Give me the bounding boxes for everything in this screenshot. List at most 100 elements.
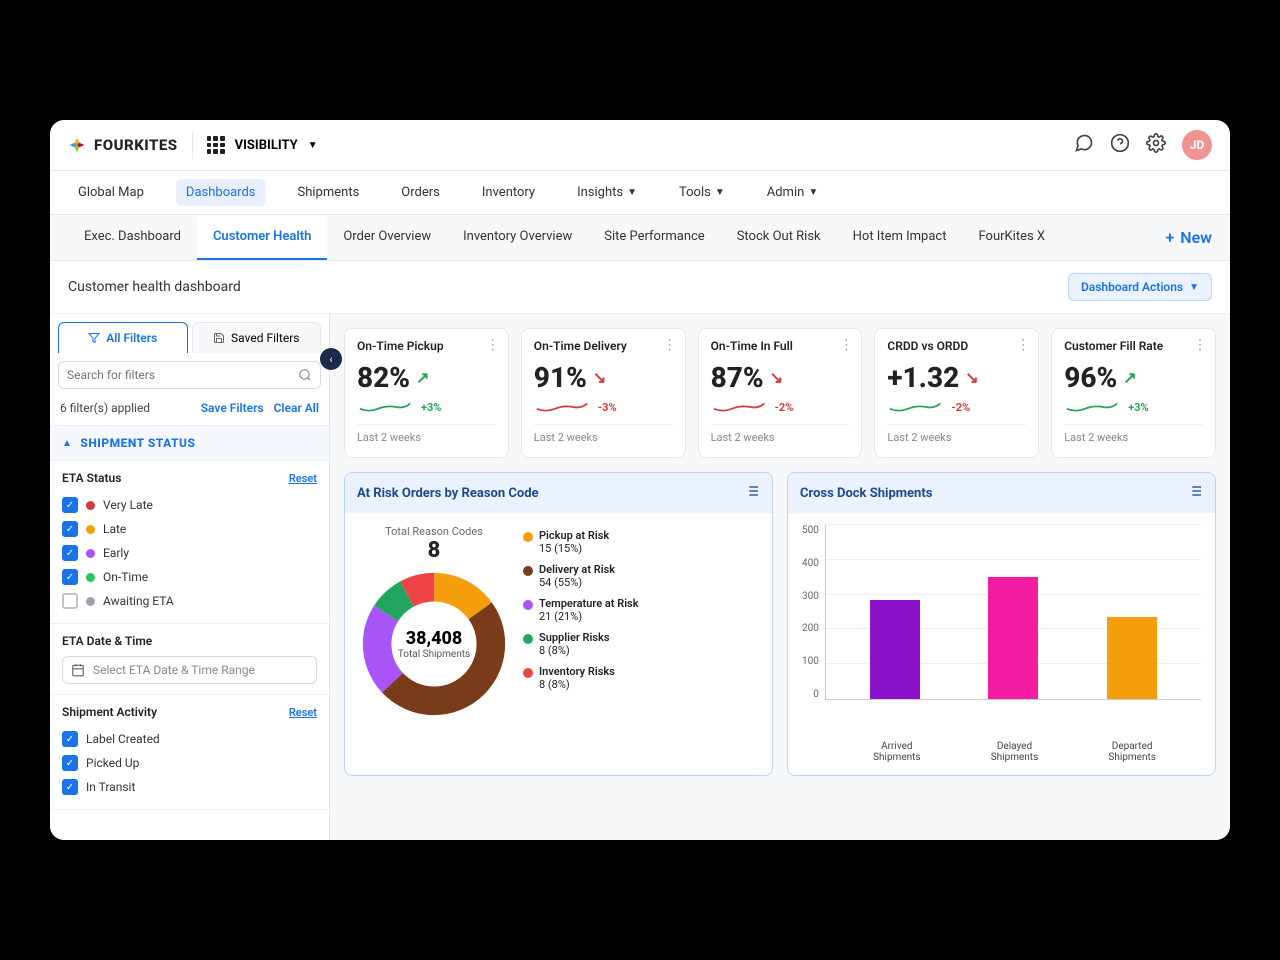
legend-label: Pickup at Risk xyxy=(539,529,609,542)
panel-row: At Risk Orders by Reason Code Total Reas… xyxy=(344,472,1216,776)
kpi-value: 87% ↘ xyxy=(711,361,850,394)
more-icon[interactable]: ⋮ xyxy=(486,337,500,353)
y-tick: 400 xyxy=(802,558,819,569)
trend-arrow-icon: ↗ xyxy=(1123,368,1136,387)
gridline xyxy=(826,559,1201,560)
kpi-delta: -2% xyxy=(775,401,794,414)
more-icon[interactable]: ⋮ xyxy=(839,337,853,353)
panel-cross-dock: Cross Dock Shipments 5004003002001000 Ar… xyxy=(787,472,1216,776)
kpi-title: On-Time In Full xyxy=(711,339,850,353)
checkbox[interactable]: ✓ xyxy=(62,545,78,561)
eta-date-range-input[interactable]: Select ETA Date & Time Range xyxy=(62,656,317,684)
plus-icon: + xyxy=(1165,228,1174,247)
subtab-order-overview[interactable]: Order Overview xyxy=(327,215,447,260)
filter-label: Late xyxy=(103,522,126,536)
filter-label: Label Created xyxy=(86,732,160,746)
nav-item-global-map[interactable]: Global Map xyxy=(68,179,154,206)
subtab-fourkites-x[interactable]: FourKites X xyxy=(962,215,1061,260)
filter-icon xyxy=(88,332,100,344)
kpi-title: On-Time Delivery xyxy=(534,339,673,353)
list-icon[interactable] xyxy=(744,483,760,503)
checkbox[interactable]: ✓ xyxy=(62,755,78,771)
trend-arrow-icon: ↘ xyxy=(770,368,783,387)
filter-eta-date: ETA Date & Time Select ETA Date & Time R… xyxy=(50,624,329,695)
reset-eta-status[interactable]: Reset xyxy=(289,472,317,485)
more-icon[interactable]: ⋮ xyxy=(1016,337,1030,353)
checkbox[interactable]: ✓ xyxy=(62,497,78,513)
nav-item-orders[interactable]: Orders xyxy=(391,179,450,206)
legend-item: Temperature at Risk21 (21%) xyxy=(523,597,639,623)
kpi-value: 82% ↗ xyxy=(357,361,496,394)
chevron-left-icon: ‹ xyxy=(329,353,332,366)
filter-item: ✓ Label Created xyxy=(62,727,317,751)
filters-meta: 6 filter(s) applied Save Filters Clear A… xyxy=(50,397,329,426)
subtab-inventory-overview[interactable]: Inventory Overview xyxy=(447,215,588,260)
more-icon[interactable]: ⋮ xyxy=(663,337,677,353)
panel-at-risk-orders: At Risk Orders by Reason Code Total Reas… xyxy=(344,472,773,776)
page-title: Customer health dashboard xyxy=(68,279,241,295)
trend-arrow-icon: ↘ xyxy=(593,368,606,387)
checkbox[interactable]: ✓ xyxy=(62,779,78,795)
nav-item-tools[interactable]: Tools▼ xyxy=(669,179,735,206)
sidebar-collapse-handle[interactable]: ‹ xyxy=(320,348,342,370)
bar[interactable] xyxy=(870,600,920,699)
y-tick: 300 xyxy=(802,591,819,602)
subtab-site-performance[interactable]: Site Performance xyxy=(588,215,720,260)
help-icon[interactable] xyxy=(1110,133,1130,157)
kpi-card: CRDD vs ORDD⋮+1.32 ↘-2%Last 2 weeks xyxy=(874,328,1039,458)
bar[interactable] xyxy=(988,577,1038,699)
legend-label: Delivery at Risk xyxy=(539,563,615,576)
nav-item-admin[interactable]: Admin▼ xyxy=(757,179,828,206)
checkbox[interactable]: ✓ xyxy=(62,521,78,537)
kpi-period: Last 2 weeks xyxy=(1064,424,1203,444)
new-tab-button[interactable]: +New xyxy=(1165,228,1212,247)
kpi-title: CRDD vs ORDD xyxy=(887,339,1026,353)
chevron-down-icon: ▼ xyxy=(715,187,725,198)
subtab-exec-dashboard[interactable]: Exec. Dashboard xyxy=(68,215,197,260)
brand-logo[interactable]: FOURKITES xyxy=(68,136,178,154)
tab-all-filters[interactable]: All Filters xyxy=(58,322,188,353)
save-filters-link[interactable]: Save Filters xyxy=(201,401,264,415)
checkbox[interactable]: ✓ xyxy=(62,731,78,747)
app-switcher[interactable]: VISIBILITY ▼ xyxy=(207,136,318,154)
more-icon[interactable]: ⋮ xyxy=(1193,337,1207,353)
clear-all-link[interactable]: Clear All xyxy=(274,401,319,415)
sidebar: ‹ All Filters Saved Filters 6 fi xyxy=(50,314,330,840)
checkbox[interactable]: ✓ xyxy=(62,569,78,585)
legend-swatch xyxy=(523,566,533,576)
list-icon[interactable] xyxy=(1187,483,1203,503)
section-shipment-status[interactable]: ▲ SHIPMENT STATUS xyxy=(50,426,329,461)
filter-item: ✓ Late xyxy=(62,517,317,541)
nav-primary: Global Map Dashboards Shipments Orders Inven… xyxy=(50,171,1230,215)
subtab-hot-item-impact[interactable]: Hot Item Impact xyxy=(837,215,963,260)
filter-label: Picked Up xyxy=(86,756,139,770)
filter-eta-status: ETA Status Reset ✓Very Late✓Late✓Early✓O… xyxy=(50,461,329,624)
legend-swatch xyxy=(523,634,533,644)
kpi-card: On-Time Delivery⋮91% ↘-3%Last 2 weeks xyxy=(521,328,686,458)
reset-shipment-activity[interactable]: Reset xyxy=(289,706,317,719)
status-dot xyxy=(86,525,95,534)
nav-item-dashboards[interactable]: Dashboards xyxy=(176,179,266,206)
filter-label: Awaiting ETA xyxy=(103,594,174,608)
nav-item-insights[interactable]: Insights▼ xyxy=(567,179,647,206)
save-icon xyxy=(213,332,225,344)
chat-icon[interactable] xyxy=(1074,133,1094,157)
legend-label: Temperature at Risk xyxy=(539,597,639,610)
bar[interactable] xyxy=(1107,617,1157,699)
subtab-customer-health[interactable]: Customer Health xyxy=(197,215,327,260)
subtabs: Exec. DashboardCustomer HealthOrder Over… xyxy=(50,215,1230,261)
subtab-stock-out-risk[interactable]: Stock Out Risk xyxy=(721,215,837,260)
status-dot xyxy=(86,549,95,558)
total-reason-codes-label: Total Reason Codes xyxy=(385,525,483,538)
filters-count: 6 filter(s) applied xyxy=(60,401,191,415)
settings-icon[interactable] xyxy=(1146,133,1166,157)
avatar[interactable]: JD xyxy=(1182,130,1212,160)
checkbox[interactable]: ✓ xyxy=(62,593,78,609)
dashboard-actions-button[interactable]: Dashboard Actions ▼ xyxy=(1068,273,1212,301)
nav-item-inventory[interactable]: Inventory xyxy=(472,179,545,206)
nav-item-shipments[interactable]: Shipments xyxy=(288,179,370,206)
filter-search-input[interactable] xyxy=(58,361,321,389)
sparkline-icon xyxy=(1064,398,1120,416)
filter-label: Very Late xyxy=(103,498,153,512)
tab-saved-filters[interactable]: Saved Filters xyxy=(192,322,322,353)
